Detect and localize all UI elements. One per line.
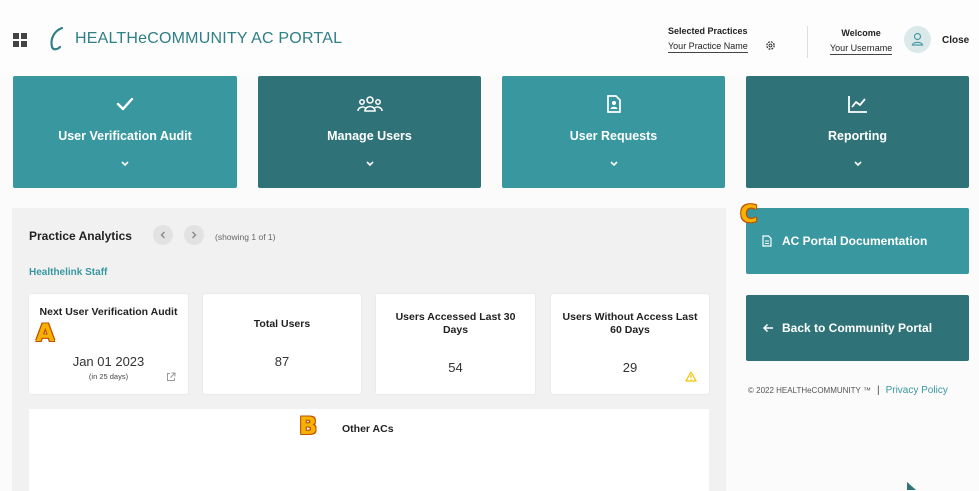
welcome-block: Welcome Your Username xyxy=(830,28,893,56)
tile-label: User Requests xyxy=(569,129,658,143)
card-title: Users Without Access Last 60 Days xyxy=(562,311,698,336)
logo-icon xyxy=(50,26,64,51)
annotation-marker-a: A xyxy=(36,319,55,347)
chevron-down-icon xyxy=(365,161,374,167)
header-divider xyxy=(807,26,808,58)
card-title: Total Users xyxy=(253,318,311,330)
tile-user-requests[interactable]: User Requests xyxy=(502,76,725,188)
other-acs-panel: Other ACs xyxy=(29,409,709,491)
tile-label: User Verification Audit xyxy=(58,129,192,143)
tile-reporting[interactable]: Reporting xyxy=(746,76,969,188)
practice-analytics-panel: Practice Analytics (showing 1 of 1) Heal… xyxy=(12,208,726,491)
tile-manage-users[interactable]: Manage Users xyxy=(258,76,481,188)
users-icon xyxy=(356,96,383,112)
copyright-text: © 2022 HEALTHeCOMMUNITY ™ xyxy=(748,386,871,395)
card-subtext: (in 25 days) xyxy=(88,372,129,381)
doc-button-label: AC Portal Documentation xyxy=(782,234,928,248)
warning-icon xyxy=(685,371,697,382)
practice-name-link[interactable]: Your Practice Name xyxy=(668,41,748,53)
gear-icon[interactable] xyxy=(765,40,776,51)
ac-portal-documentation-button[interactable]: AC Portal Documentation xyxy=(746,208,969,274)
chart-icon xyxy=(847,96,867,113)
tile-label: Reporting xyxy=(827,129,888,143)
footer-separator: | xyxy=(876,385,880,396)
annotation-marker-b: B xyxy=(299,412,318,440)
card-value: 87 xyxy=(274,354,290,369)
chevron-down-icon xyxy=(121,161,129,167)
arrow-left-icon xyxy=(762,323,773,333)
next-page-button[interactable] xyxy=(184,225,204,245)
chevron-right-icon xyxy=(192,231,197,239)
other-acs-title: Other ACs xyxy=(342,423,394,435)
username-link[interactable]: Your Username xyxy=(830,43,893,55)
document-icon xyxy=(762,235,772,247)
prev-page-button[interactable] xyxy=(153,225,173,245)
chevron-left-icon xyxy=(160,231,165,239)
card-total-users: Total Users 87 xyxy=(203,294,361,394)
card-users-without-access-60: Users Without Access Last 60 Days 29 xyxy=(551,294,709,394)
welcome-label: Welcome xyxy=(841,28,881,38)
external-link-icon[interactable] xyxy=(166,372,176,382)
user-icon xyxy=(911,32,924,46)
card-value: 54 xyxy=(448,360,463,375)
selected-practices: Selected Practices Your Practice Name xyxy=(668,26,748,54)
document-user-icon xyxy=(606,95,621,113)
back-button-label: Back to Community Portal xyxy=(782,321,933,335)
practice-analytics-title: Practice Analytics xyxy=(29,229,132,243)
privacy-policy-link[interactable]: Privacy Policy xyxy=(886,385,948,396)
card-title: Next User Verification Audit xyxy=(39,306,178,318)
card-title: Users Accessed Last 30 Days xyxy=(395,311,516,336)
check-icon xyxy=(116,97,134,111)
footer: © 2022 HEALTHeCOMMUNITY ™ | Privacy Policy xyxy=(748,385,948,396)
close-button[interactable]: Close xyxy=(942,35,969,46)
app-grid-menu-icon[interactable] xyxy=(13,33,27,47)
chevron-down-icon xyxy=(609,161,618,167)
healthelink-staff-link[interactable]: Healthelink Staff xyxy=(29,267,107,278)
annotation-marker-c: C xyxy=(740,200,758,228)
card-value: Jan 01 2023 xyxy=(72,354,145,369)
card-users-accessed-30: Users Accessed Last 30 Days 54 xyxy=(376,294,535,394)
cursor-icon xyxy=(907,482,916,490)
portal-title: HEALTHeCOMMUNITY AC PORTAL xyxy=(75,30,343,47)
selected-practices-label: Selected Practices xyxy=(668,26,748,36)
tile-user-verification-audit[interactable]: User Verification Audit xyxy=(13,76,237,188)
showing-count: (showing 1 of 1) xyxy=(215,232,276,242)
top-header: HEALTHeCOMMUNITY AC PORTAL Selected Prac… xyxy=(0,0,979,76)
back-to-community-portal-button[interactable]: Back to Community Portal xyxy=(746,295,969,361)
chevron-down-icon xyxy=(853,161,862,167)
avatar[interactable] xyxy=(904,26,931,53)
tile-label: Manage Users xyxy=(327,129,412,143)
